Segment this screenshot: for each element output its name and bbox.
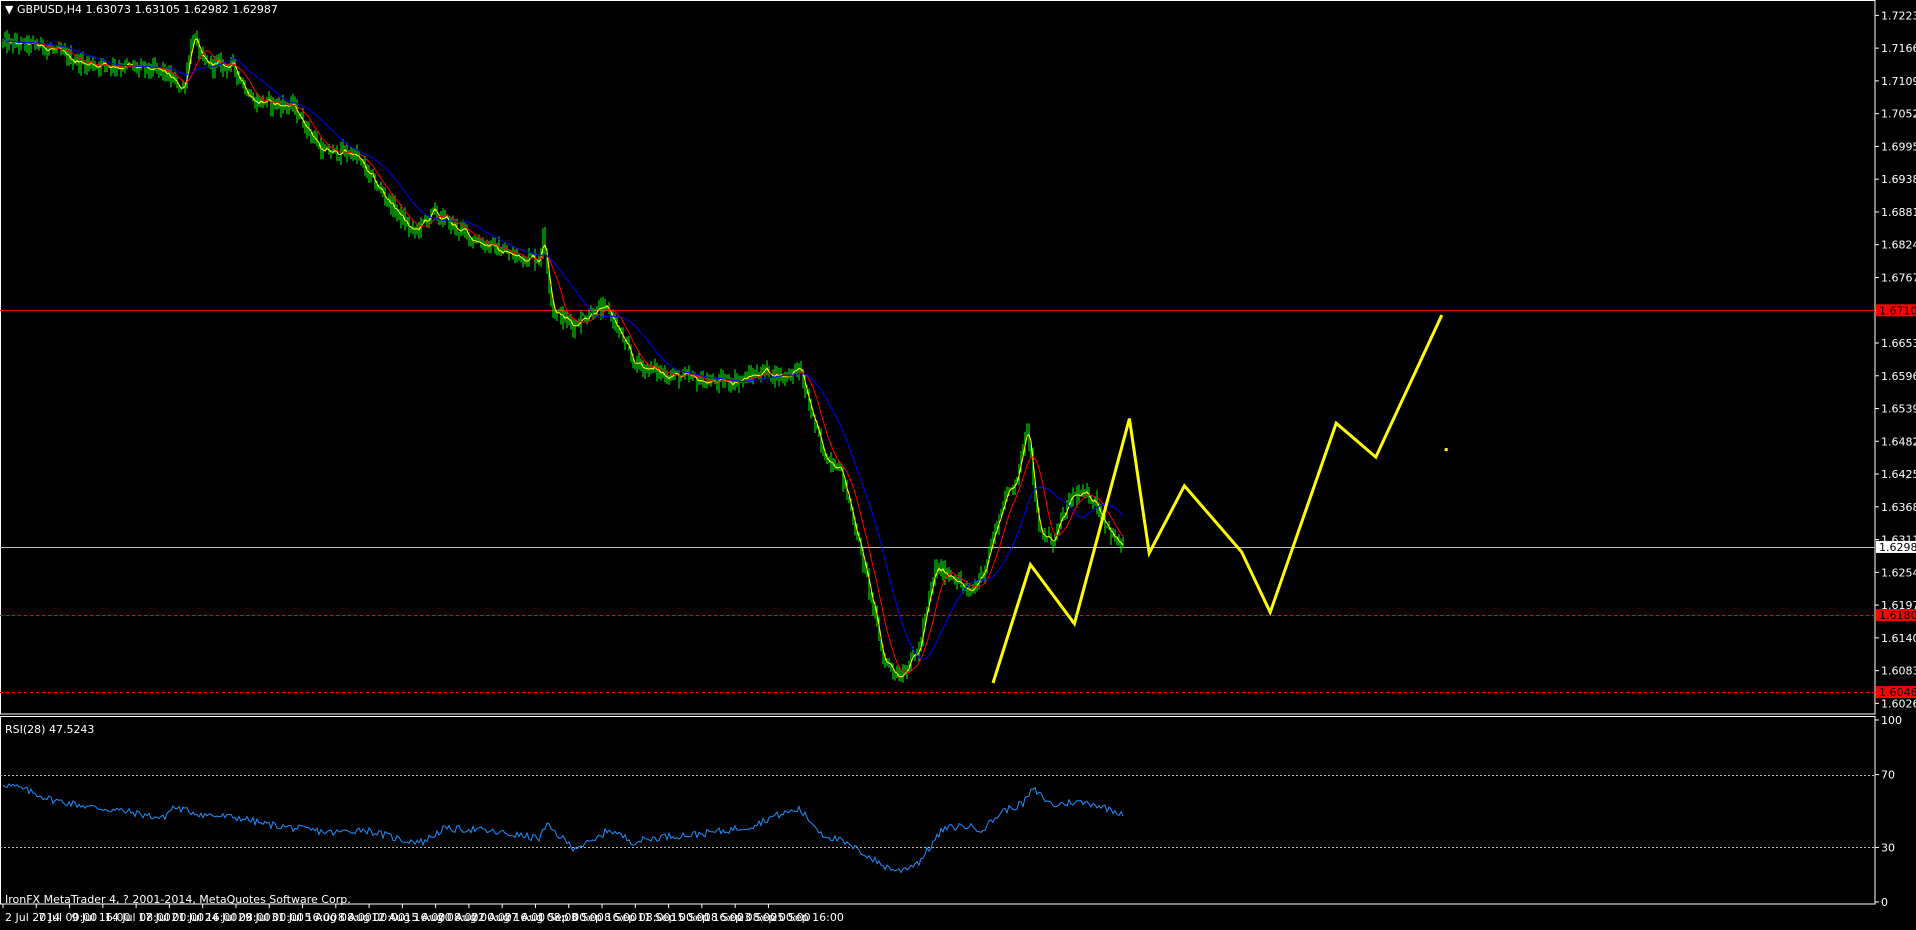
dropdown-arrow-icon[interactable]: ▼ <box>5 3 14 16</box>
price-tag-label-0: 1.67104 <box>1879 304 1916 317</box>
rsi-tick-label-0: 0 <box>1881 896 1888 909</box>
price-tick-label-2: 1.71095 <box>1881 75 1916 88</box>
rsi-tick-label-70: 70 <box>1881 769 1895 782</box>
price-tick-label-17: 1.62545 <box>1881 566 1916 579</box>
price-tick-label-6: 1.68815 <box>1881 206 1916 219</box>
price-tick-label-11: 1.65965 <box>1881 370 1916 383</box>
time-tick-label-23: 25 Sep 16:00 <box>770 911 843 924</box>
price-tick-label-15: 1.63685 <box>1881 501 1916 514</box>
pattern-dot <box>1444 448 1448 452</box>
price-tick-label-12: 1.65395 <box>1881 403 1916 416</box>
price-tag-label-2: 1.61800 <box>1879 609 1916 622</box>
price-tick-label-20: 1.60835 <box>1881 665 1916 678</box>
price-tick-label-21: 1.60265 <box>1881 697 1916 710</box>
rsi-title: RSI(28) 47.5243 <box>5 723 94 736</box>
price-tag-label-1: 1.62987 <box>1879 541 1916 554</box>
price-tick-label-19: 1.61405 <box>1881 632 1916 645</box>
price-tick-label-13: 1.64825 <box>1881 435 1916 448</box>
price-tick-label-4: 1.69955 <box>1881 140 1916 153</box>
price-tick-label-8: 1.67675 <box>1881 271 1916 284</box>
price-tick-label-14: 1.64255 <box>1881 468 1916 481</box>
price-tick-label-7: 1.68245 <box>1881 239 1916 252</box>
footer-copyright: IronFX MetaTrader 4, ? 2001-2014, MetaQu… <box>5 893 351 906</box>
rsi-tick-label-30: 30 <box>1881 841 1895 854</box>
price-tick-label-1: 1.71665 <box>1881 42 1916 55</box>
rsi-tick-label-100: 100 <box>1881 714 1902 727</box>
chart-window[interactable]: 1.72235 1.71665 1.71095 1.70525 1.69955 1.693… <box>0 0 1916 926</box>
price-chart-svg[interactable]: 1.72235 1.71665 1.71095 1.70525 1.69955 1.693… <box>0 0 1916 926</box>
price-tick-label-3: 1.70525 <box>1881 108 1916 121</box>
symbol-header: GBPUSD,H4 1.63073 1.63105 1.62982 1.6298… <box>17 3 278 16</box>
price-tick-label-10: 1.66535 <box>1881 337 1916 350</box>
price-tick-label-5: 1.69385 <box>1881 173 1916 186</box>
price-tick-label-0: 1.72235 <box>1881 9 1916 22</box>
price-tag-label-3: 1.60461 <box>1879 686 1916 699</box>
